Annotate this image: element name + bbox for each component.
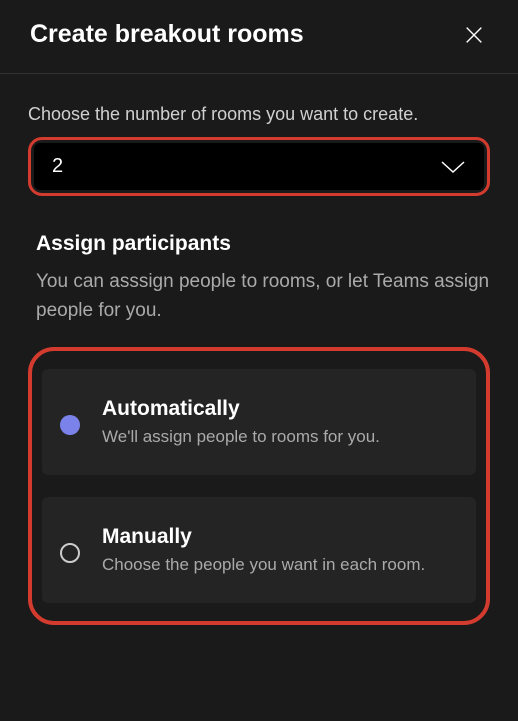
option-text: Manually Choose the people you want in e… xyxy=(102,525,456,575)
dialog-header: Create breakout rooms xyxy=(0,0,518,74)
assign-section-description: You can asssign people to rooms, or let … xyxy=(28,268,490,325)
option-description: We'll assign people to rooms for you. xyxy=(102,427,456,447)
option-text: Automatically We'll assign people to roo… xyxy=(102,397,456,447)
rooms-count-dropdown[interactable]: 2 xyxy=(34,143,484,190)
rooms-count-label: Choose the number of rooms you want to c… xyxy=(28,104,490,125)
rooms-count-value: 2 xyxy=(52,155,63,178)
option-manually[interactable]: Manually Choose the people you want in e… xyxy=(42,497,476,603)
option-title: Automatically xyxy=(102,397,456,421)
radio-unselected-icon xyxy=(60,543,80,563)
option-title: Manually xyxy=(102,525,456,549)
option-description: Choose the people you want in each room. xyxy=(102,555,456,575)
highlight-rooms-dropdown: 2 xyxy=(28,137,490,196)
close-icon xyxy=(463,24,485,46)
assign-section-title: Assign participants xyxy=(28,232,490,256)
dialog-title: Create breakout rooms xyxy=(30,20,304,49)
radio-selected-icon xyxy=(60,415,80,435)
close-button[interactable] xyxy=(460,21,488,49)
dialog-content: Choose the number of rooms you want to c… xyxy=(0,74,518,625)
highlight-assign-options: Automatically We'll assign people to roo… xyxy=(28,347,490,625)
option-automatically[interactable]: Automatically We'll assign people to roo… xyxy=(42,369,476,475)
chevron-down-icon xyxy=(440,160,466,174)
